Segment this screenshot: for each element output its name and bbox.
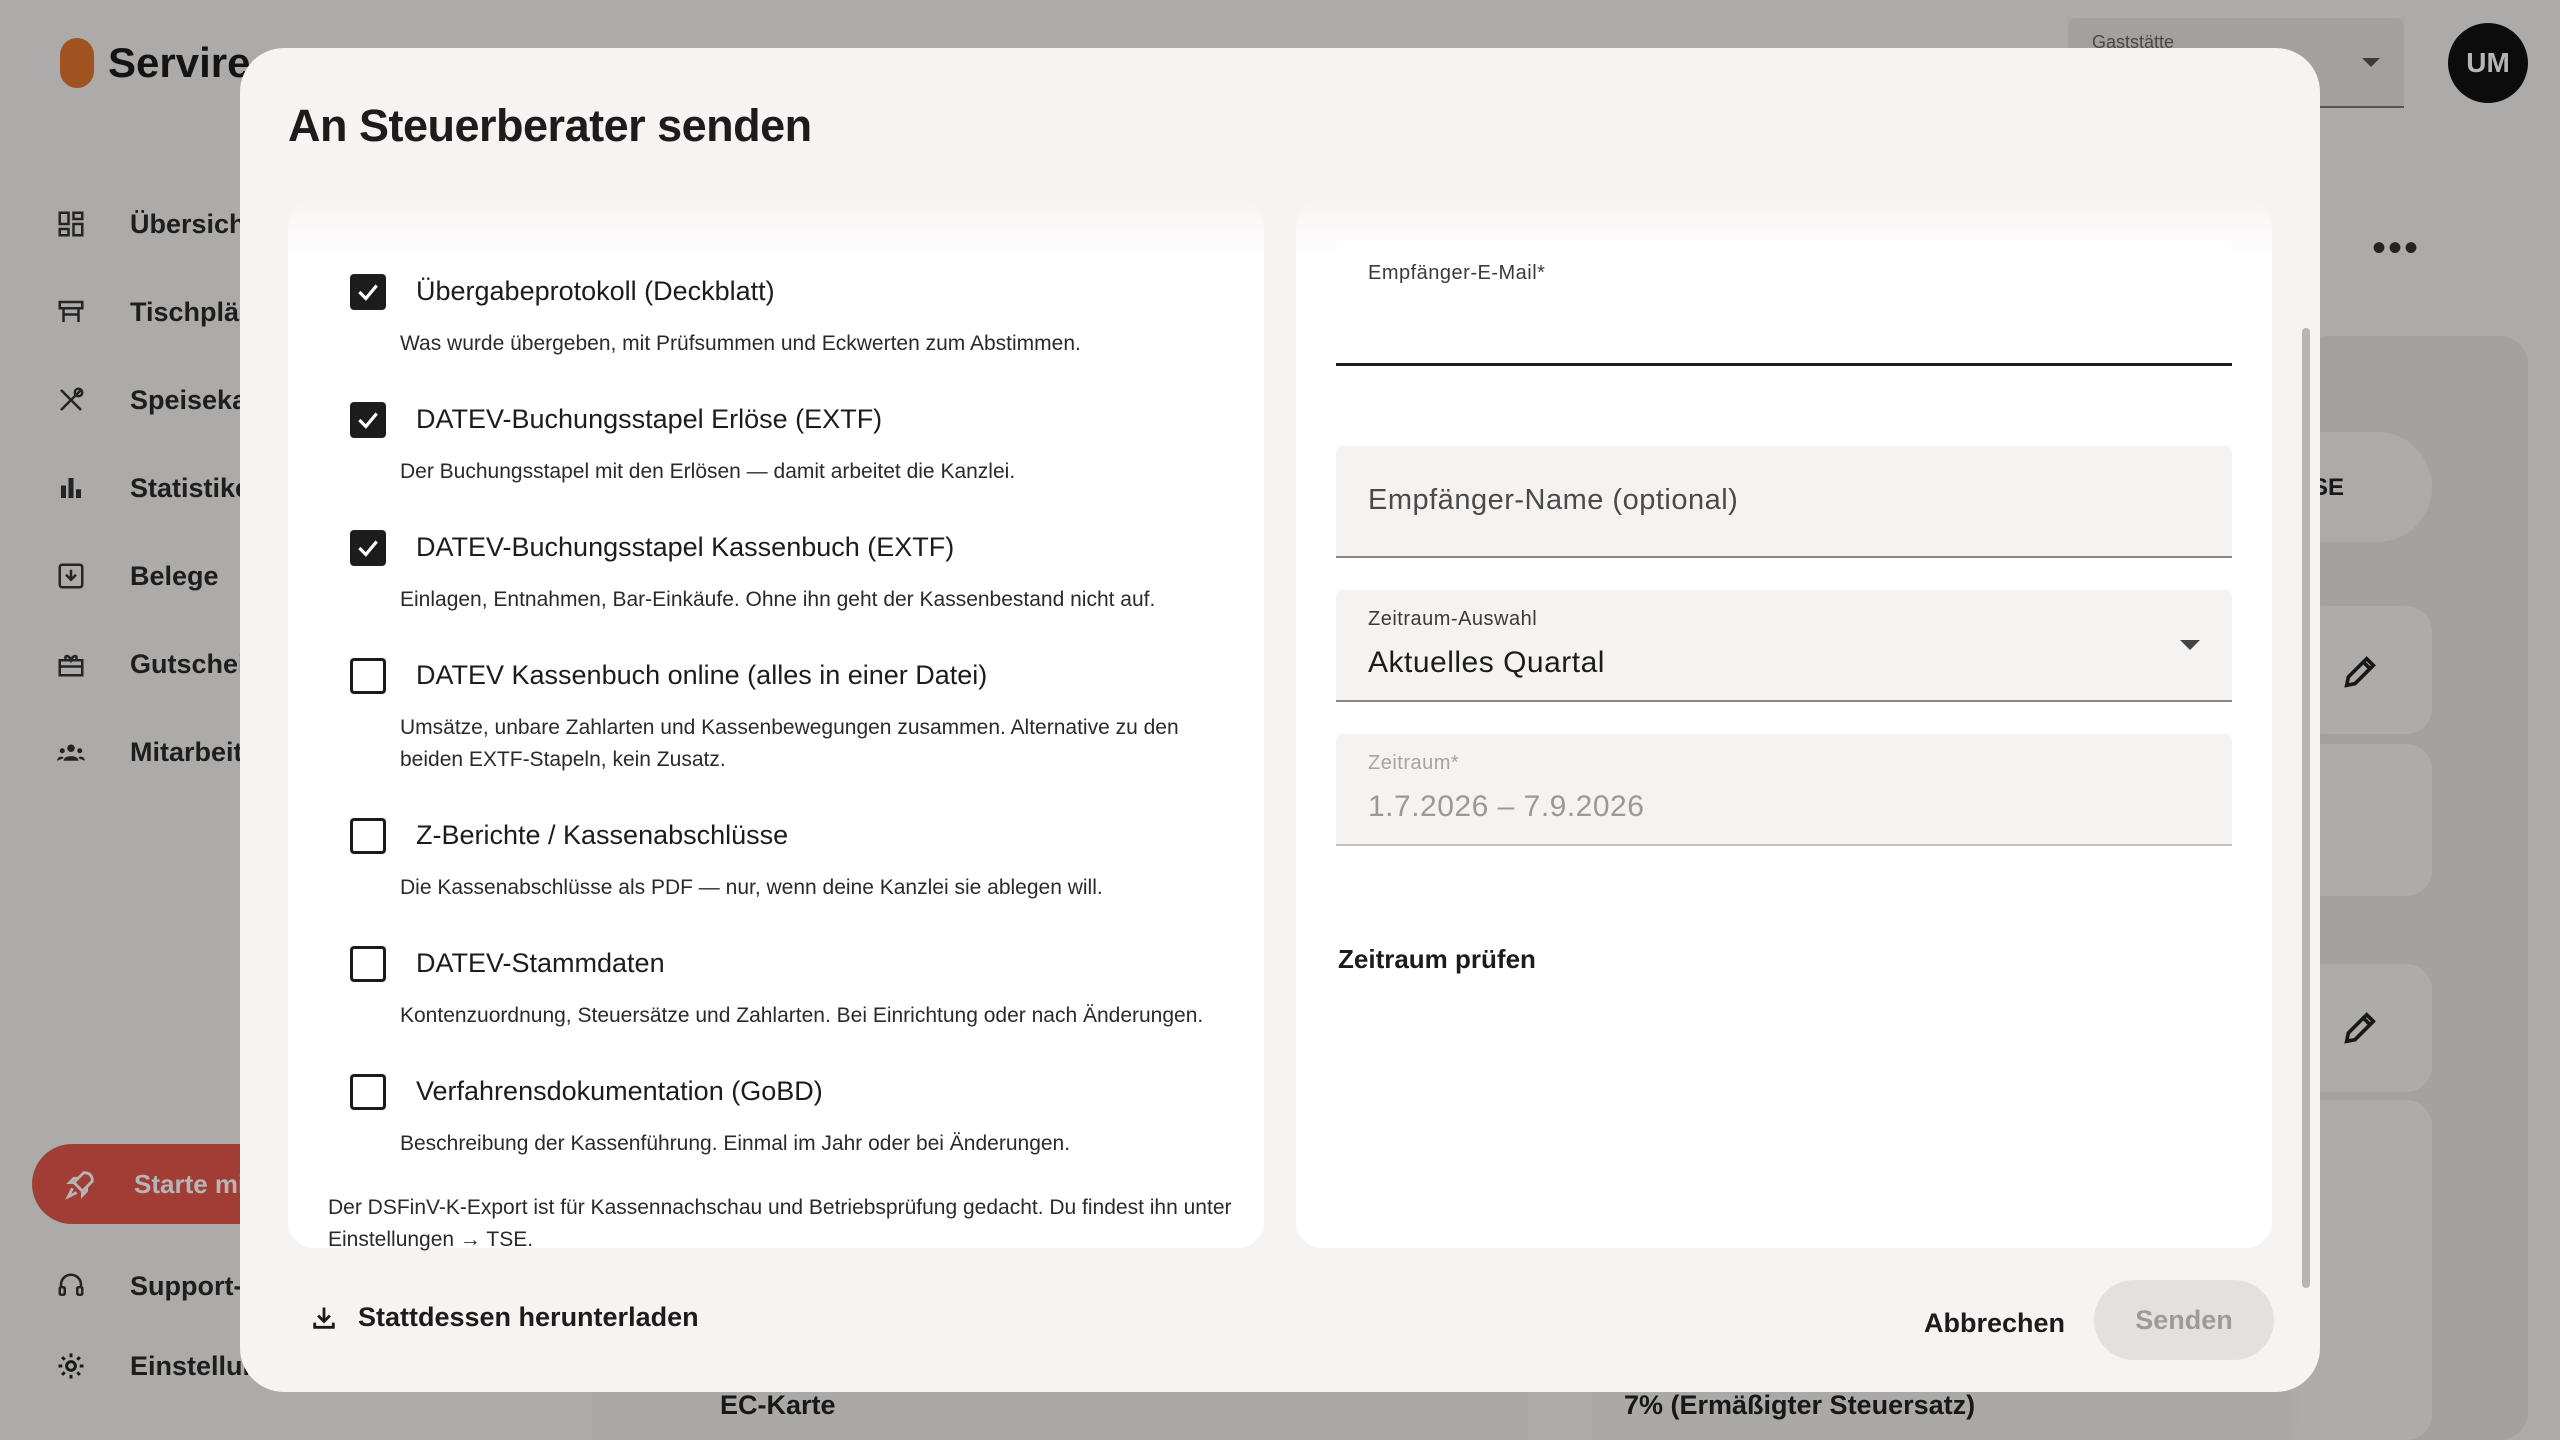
email-field-label: Empfänger-E-Mail* bbox=[1368, 262, 1546, 284]
option-description: Umsätze, unbare Zahlarten und Kassenbewe… bbox=[400, 716, 1179, 771]
download-icon bbox=[313, 1307, 335, 1329]
checkbox-buchungsstapel-kassenbuch[interactable] bbox=[350, 530, 386, 566]
name-field[interactable]: Empfänger-Name (optional) bbox=[1336, 446, 2232, 558]
scroll-fade bbox=[288, 200, 1264, 260]
checkbox-stammdaten[interactable] bbox=[350, 946, 386, 982]
option-description: Der Buchungsstapel mit den Erlösen — dam… bbox=[400, 460, 1016, 483]
chevron-down-icon bbox=[2180, 640, 2200, 650]
option-description: Einlagen, Entnahmen, Bar-Einkäufe. Ohne … bbox=[400, 588, 1156, 611]
checkbox-kassenbuch-online[interactable] bbox=[350, 658, 386, 694]
name-field-placeholder: Empfänger-Name (optional) bbox=[1368, 484, 1739, 516]
check-period-button[interactable]: Zeitraum prüfen bbox=[1320, 934, 1554, 985]
option-label: Verfahrensdokumentation (GoBD) bbox=[416, 1076, 823, 1106]
scrollbar[interactable] bbox=[2302, 328, 2310, 1288]
period-field-value: 1.7.2026 – 7.9.2026 bbox=[1368, 790, 1645, 823]
checkbox-uebergabeprotokoll[interactable] bbox=[350, 274, 386, 310]
option-description: Die Kassenabschlüsse als PDF — nur, wenn… bbox=[400, 876, 1103, 899]
period-select-label: Zeitraum-Auswahl bbox=[1368, 608, 1538, 630]
period-select[interactable]: Zeitraum-Auswahl Aktuelles Quartal bbox=[1336, 590, 2232, 702]
dsfinvk-hint: Der DSFinV-K-Export ist für Kassennachsc… bbox=[328, 1196, 1232, 1251]
send-button[interactable]: Senden bbox=[2094, 1280, 2274, 1360]
download-label: Stattdessen herunterladen bbox=[358, 1302, 699, 1332]
option-label: DATEV-Buchungsstapel Erlöse (EXTF) bbox=[416, 404, 883, 434]
cancel-button[interactable]: Abbrechen bbox=[1914, 1304, 2075, 1343]
export-options-card: Übergabeprotokoll (Deckblatt) Was wurde … bbox=[288, 200, 1264, 1251]
option-description: Beschreibung der Kassenführung. Einmal i… bbox=[400, 1132, 1071, 1155]
check-icon bbox=[358, 412, 378, 429]
checkbox-z-berichte[interactable] bbox=[350, 818, 386, 854]
period-field: Zeitraum* 1.7.2026 – 7.9.2026 bbox=[1336, 734, 2232, 846]
option-label: DATEV-Stammdaten bbox=[416, 948, 665, 978]
option-description: Kontenzuordnung, Steuersätze und Zahlart… bbox=[400, 1004, 1204, 1027]
check-icon bbox=[358, 540, 378, 557]
check-icon bbox=[358, 284, 378, 301]
period-select-value: Aktuelles Quartal bbox=[1368, 646, 1605, 679]
option-label: Übergabeprotokoll (Deckblatt) bbox=[416, 276, 775, 306]
checkbox-buchungsstapel-erloese[interactable] bbox=[350, 402, 386, 438]
dialog-title: An Steuerberater senden bbox=[288, 100, 812, 151]
email-field[interactable]: Empfänger-E-Mail* bbox=[1336, 240, 2232, 366]
option-description: Was wurde übergeben, mit Prüfsummen und … bbox=[400, 332, 1081, 355]
option-label: DATEV Kassenbuch online (alles in einer … bbox=[416, 660, 988, 690]
recipient-card: Empfänger-E-Mail* Empfänger-Name (option… bbox=[1296, 200, 2272, 1248]
download-instead-button[interactable]: Stattdessen herunterladen bbox=[310, 1302, 699, 1333]
option-label: Z-Berichte / Kassenabschlüsse bbox=[416, 820, 789, 850]
option-label: DATEV-Buchungsstapel Kassenbuch (EXTF) bbox=[416, 532, 955, 562]
period-field-label: Zeitraum* bbox=[1368, 752, 1460, 774]
checkbox-verfahrensdokumentation[interactable] bbox=[350, 1074, 386, 1110]
send-to-tax-advisor-dialog: An Steuerberater senden Übergabeprotokol… bbox=[240, 48, 2320, 1392]
